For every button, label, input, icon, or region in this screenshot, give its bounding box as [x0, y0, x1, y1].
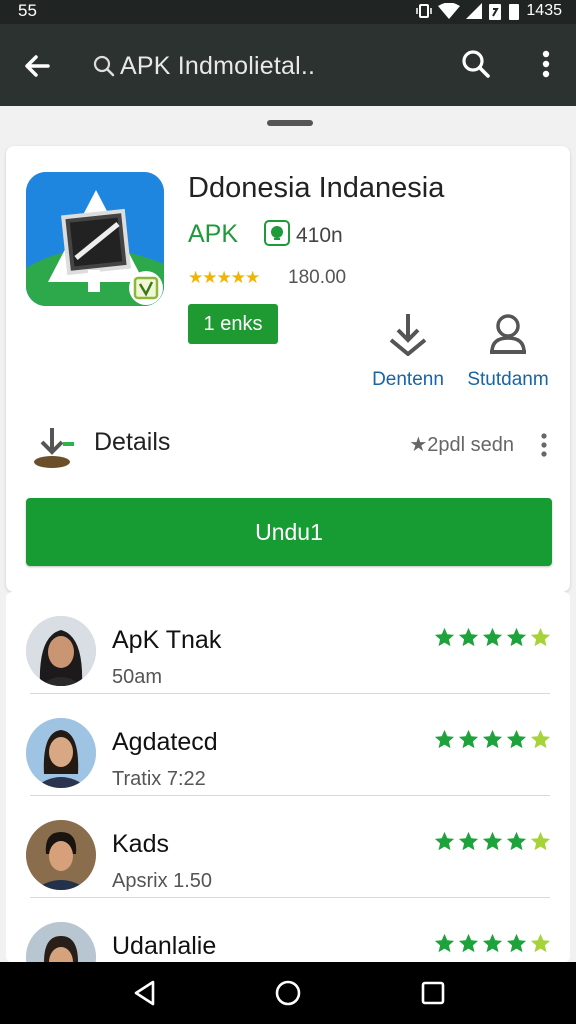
install-icon	[34, 428, 74, 468]
star-icon	[434, 729, 455, 749]
signal-icon	[466, 3, 483, 19]
star-icon	[506, 729, 527, 749]
app-title: Ddonesia Indanesia	[188, 172, 445, 204]
download-action-label: Dentenn	[372, 369, 444, 390]
list-item[interactable]: ApK Tnak 50am	[6, 592, 570, 694]
avatar	[26, 922, 96, 962]
battery-saver-icon	[489, 4, 502, 20]
nav-home-icon[interactable]	[273, 978, 303, 1008]
star-icon	[506, 831, 527, 851]
review-stars	[433, 626, 552, 649]
star-icon	[458, 729, 479, 749]
status-icons: 1435	[416, 2, 562, 20]
reviews-list: ApK Tnak 50am Agdatecd Tratix 7:22 Kads …	[6, 592, 570, 962]
app-bar: APK Indmolietal..	[0, 24, 576, 106]
star-icon	[482, 729, 503, 749]
list-item[interactable]: Agdatecd Tratix 7:22	[6, 694, 570, 796]
search-icon	[93, 55, 115, 77]
back-button[interactable]	[18, 46, 58, 86]
review-stars	[433, 728, 552, 751]
review-author: Agdatecd	[112, 728, 218, 756]
details-label: Details	[94, 428, 171, 456]
user-action[interactable]: Stutdanm	[458, 312, 558, 391]
search-query: APK Indmolietal..	[120, 51, 316, 80]
back-arrow-icon	[25, 55, 50, 77]
rating-count: 180.00	[288, 267, 347, 288]
list-item[interactable]: Udanlalie	[6, 898, 570, 962]
list-item[interactable]: Kads Apsrix 1.50	[6, 796, 570, 898]
more-vert-icon	[542, 50, 550, 78]
sheet-drag-handle[interactable]	[267, 120, 313, 126]
search-icon	[462, 50, 490, 78]
search-field[interactable]: APK Indmolietal..	[92, 46, 315, 86]
review-time: 50am	[112, 666, 163, 688]
review-author: Udanlalie	[112, 932, 217, 960]
star-icon	[482, 933, 503, 953]
review-author: ApK Tnak	[112, 626, 222, 654]
download-action[interactable]: Dentenn	[358, 312, 458, 391]
status-bar: 55 1435	[0, 0, 576, 24]
avatar	[26, 820, 96, 890]
app-header-card: Ddonesia Indanesia APK 410n ★★★★★ 180.00…	[6, 146, 570, 592]
review-time: Tratix 7:22	[112, 768, 206, 790]
star-icon	[434, 627, 455, 647]
user-icon	[490, 314, 526, 354]
star-icon	[506, 933, 527, 953]
star-icon	[458, 627, 479, 647]
download-icon	[389, 314, 427, 357]
links-button[interactable]: 1 enks	[188, 304, 278, 344]
star-icon	[458, 933, 479, 953]
install-button[interactable]: Undu1	[26, 498, 552, 566]
star-icon	[530, 831, 551, 851]
star-icon	[530, 933, 551, 953]
app-icon	[26, 172, 164, 306]
star-icon	[506, 627, 527, 647]
download-count: 410n	[296, 224, 343, 247]
app-logo-icon	[26, 172, 164, 306]
avatar	[26, 718, 96, 788]
user-action-label: Stutdanm	[467, 369, 549, 390]
star-icon	[458, 831, 479, 851]
system-nav-bar	[0, 962, 576, 1024]
avatar	[26, 616, 96, 686]
details-row[interactable]: Details ★2pdl sedn	[24, 418, 554, 476]
review-time: Apsrix 1.50	[112, 870, 213, 892]
star-icon	[482, 831, 503, 851]
wifi-icon	[438, 3, 461, 19]
rating-stars: ★★★★★	[188, 268, 260, 287]
star-icon	[482, 627, 503, 647]
star-icon	[434, 831, 455, 851]
details-meta: ★2pdl sedn	[409, 434, 514, 456]
overflow-menu-button[interactable]	[532, 44, 560, 84]
battery-icon	[509, 4, 520, 20]
nav-back-icon[interactable]	[130, 978, 160, 1008]
star-icon	[530, 729, 551, 749]
nav-recents-icon[interactable]	[418, 978, 448, 1008]
badge-icon	[271, 226, 283, 240]
editors-choice-badge	[264, 220, 290, 246]
star-icon	[434, 933, 455, 953]
status-clock: 1435	[526, 2, 562, 19]
star-icon	[530, 627, 551, 647]
developer-name[interactable]: APK	[188, 220, 238, 249]
review-stars	[433, 830, 552, 853]
vibrate-icon	[416, 4, 433, 18]
review-stars	[433, 932, 552, 955]
search-button[interactable]	[456, 44, 496, 84]
review-author: Kads	[112, 830, 169, 858]
status-time: 55	[18, 1, 37, 20]
more-vert-icon[interactable]	[536, 430, 552, 460]
